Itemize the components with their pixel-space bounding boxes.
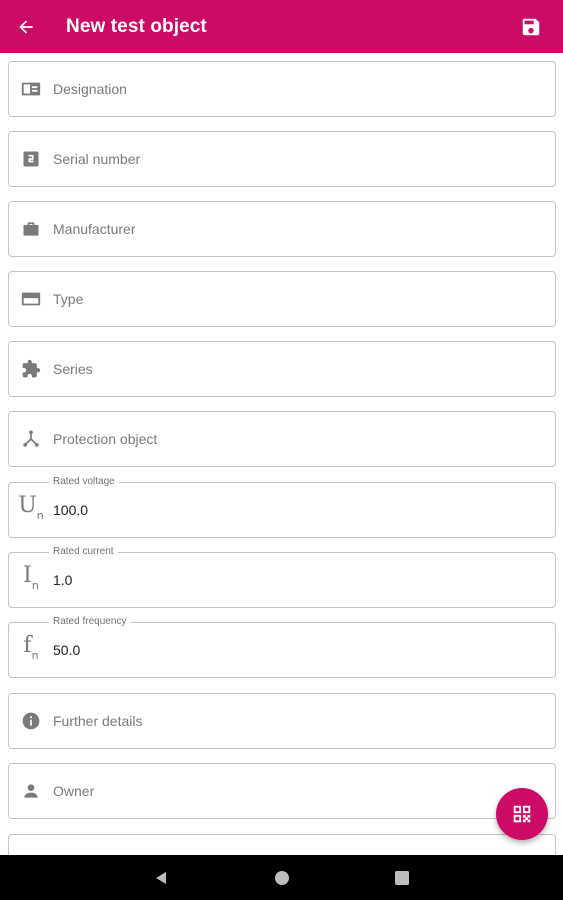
serial-number-field[interactable]: Serial number xyxy=(8,131,556,187)
rated-voltage-value: 100.0 xyxy=(53,502,89,518)
save-button[interactable] xyxy=(507,0,555,53)
rated-frequency-label: Rated frequency xyxy=(49,616,131,628)
back-button[interactable] xyxy=(0,0,54,53)
puzzle-icon xyxy=(9,342,53,396)
save-icon xyxy=(522,18,540,35)
rated-current-value: 1.0 xyxy=(53,572,73,588)
next-field-partial[interactable] xyxy=(8,834,556,855)
form-scroll-area[interactable]: Designation Serial number Manufacturer T… xyxy=(0,53,563,855)
number-box-icon xyxy=(9,132,53,186)
rated-voltage-label: Rated voltage xyxy=(49,476,119,488)
network-icon xyxy=(9,412,53,466)
page-title: New test object xyxy=(66,15,207,37)
frequency-symbol-icon: fn xyxy=(23,632,39,663)
designation-field[interactable]: Designation xyxy=(8,61,556,117)
owner-placeholder: Owner xyxy=(53,783,95,799)
type-card-icon xyxy=(9,272,53,326)
factory-icon xyxy=(9,202,53,256)
nav-back-icon xyxy=(156,871,166,884)
app-bar: New test object xyxy=(0,0,563,53)
qr-code-icon xyxy=(513,805,531,823)
system-navigation-bar xyxy=(0,855,563,900)
series-field[interactable]: Series xyxy=(8,341,556,397)
rated-voltage-field[interactable]: Rated voltage Un 100.0 xyxy=(8,476,556,538)
rated-current-label: Rated current xyxy=(49,546,118,558)
manufacturer-placeholder: Manufacturer xyxy=(53,221,136,237)
nav-home-icon xyxy=(275,870,289,885)
manufacturer-field[interactable]: Manufacturer xyxy=(8,201,556,257)
arrow-back-icon xyxy=(19,19,33,34)
protection-object-placeholder: Protection object xyxy=(53,431,158,447)
rated-frequency-field[interactable]: Rated frequency fn 50.0 xyxy=(8,616,556,678)
further-details-field[interactable]: Further details xyxy=(8,693,556,749)
series-placeholder: Series xyxy=(53,361,93,377)
scan-qr-button[interactable] xyxy=(496,788,548,840)
owner-field[interactable]: Owner xyxy=(8,763,556,819)
person-icon xyxy=(9,764,53,818)
type-field[interactable]: Type xyxy=(8,271,556,327)
voltage-symbol-icon: Un xyxy=(18,492,44,523)
nav-recents-icon xyxy=(395,870,409,885)
current-symbol-icon: In xyxy=(23,562,39,593)
id-card-icon xyxy=(9,62,53,116)
protection-object-field[interactable]: Protection object xyxy=(8,411,556,467)
designation-placeholder: Designation xyxy=(53,81,127,97)
rated-frequency-value: 50.0 xyxy=(53,642,81,658)
rated-current-field[interactable]: Rated current In 1.0 xyxy=(8,546,556,608)
serial-number-placeholder: Serial number xyxy=(53,151,141,167)
nav-recents-button[interactable] xyxy=(372,855,432,900)
type-placeholder: Type xyxy=(53,291,84,307)
field-icon xyxy=(9,835,53,855)
further-details-placeholder: Further details xyxy=(53,713,143,729)
nav-back-button[interactable] xyxy=(131,855,191,900)
nav-home-button[interactable] xyxy=(252,855,312,900)
info-icon xyxy=(9,694,53,748)
